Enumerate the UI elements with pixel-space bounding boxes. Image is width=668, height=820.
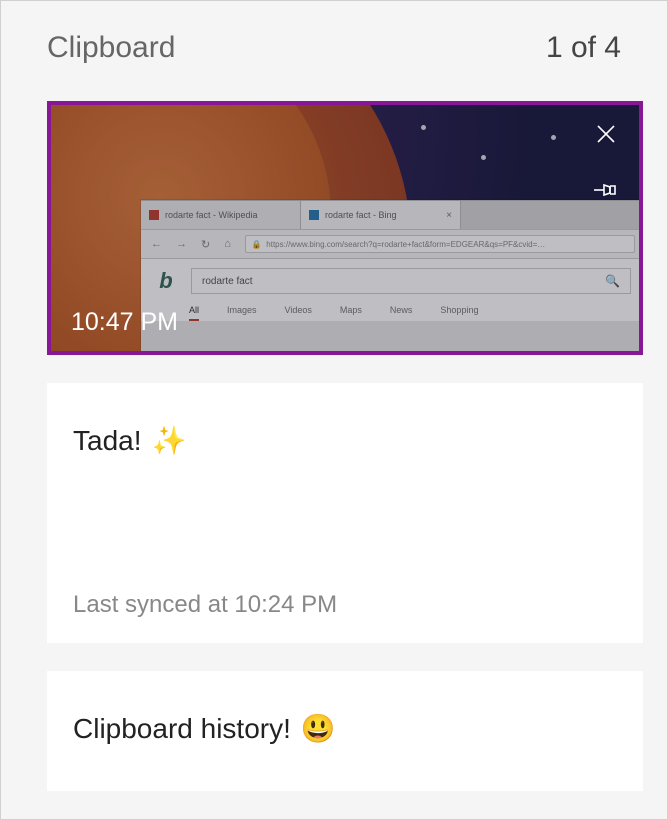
clipboard-item-sync-status: Last synced at 10:24 PM [73,551,617,619]
item-counter: 1 of 4 [546,31,621,65]
clipboard-header: Clipboard 1 of 4 [1,1,667,89]
clipboard-text-value: Clipboard history! [73,713,291,745]
clipboard-text-value: Tada! [73,425,142,457]
smiley-icon: 😃 [301,715,336,743]
clipboard-item-timestamp: 10:47 PM [71,308,178,337]
clipboard-item-actions [591,119,621,205]
panel-title: Clipboard [47,31,175,65]
clipboard-item-text[interactable]: Clipboard history! 😃 [47,671,643,791]
delete-button[interactable] [591,119,621,149]
clipboard-item-text[interactable]: Tada! ✨ Last synced at 10:24 PM [47,383,643,643]
clipboard-panel: Clipboard 1 of 4 rodarte fact - Wikipedi… [0,0,668,820]
clipboard-text-content: Clipboard history! 😃 [73,695,617,745]
pin-icon [593,180,619,200]
clipboard-text-content: Tada! ✨ [73,407,617,457]
sparkles-icon: ✨ [152,427,187,455]
close-icon [595,123,617,145]
clipboard-item-image[interactable]: rodarte fact - Wikipedia rodarte fact - … [47,101,643,355]
pin-button[interactable] [591,175,621,205]
clipboard-scroll-area[interactable]: rodarte fact - Wikipedia rodarte fact - … [1,89,667,819]
